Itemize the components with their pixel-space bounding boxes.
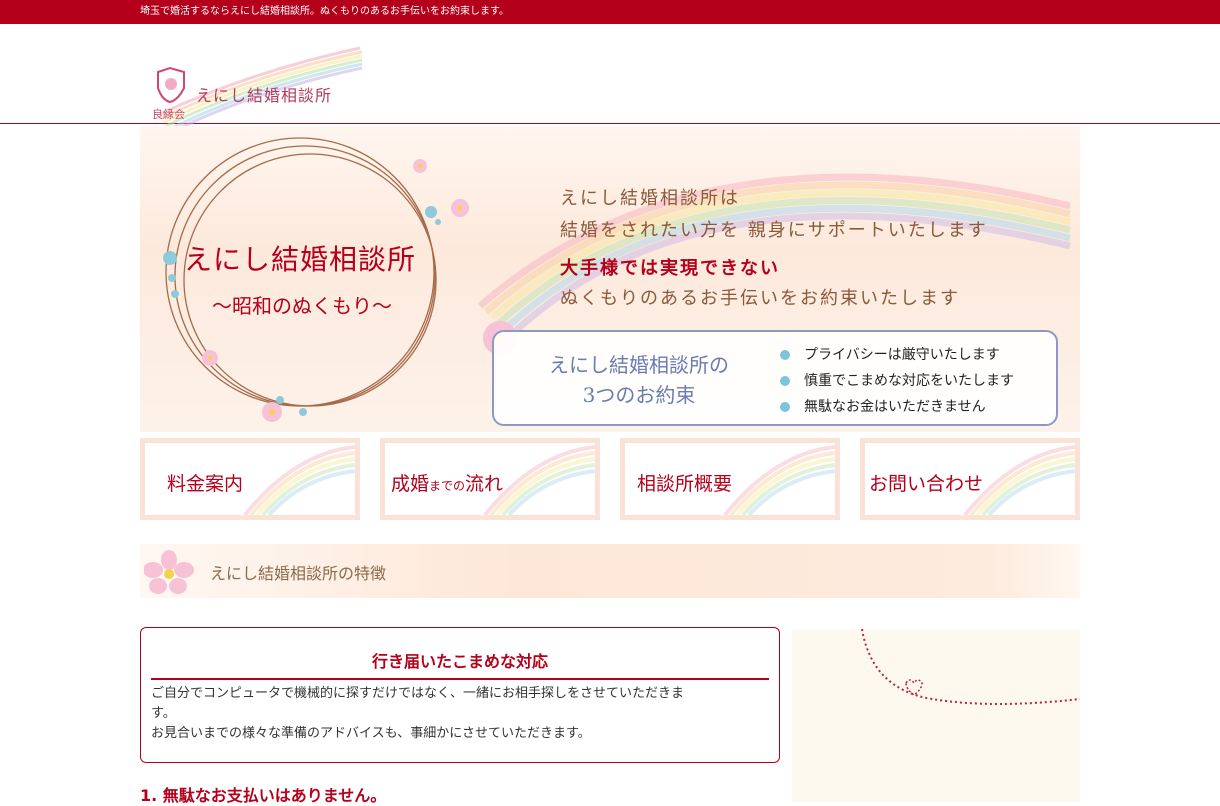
nav-flow-main1: 成婚 bbox=[391, 473, 430, 495]
flower-icon bbox=[144, 550, 194, 594]
nav-contact-label: お問い合わせ bbox=[869, 473, 984, 495]
promise-title-line2: 3つのお約束 bbox=[582, 383, 696, 407]
feature-line: す。 bbox=[151, 706, 176, 721]
side-decoration bbox=[792, 628, 1081, 802]
feature-line: ご自分でコンピュータで機械的に探すだけではなく、一緒にお相手探しをさせていただき… bbox=[151, 686, 685, 701]
top-tagline-bar: 埼玉で婚活するならえにし結婚相談所。ぬくもりのあるお手伝いをお約束します。 bbox=[0, 0, 1220, 24]
nav-contact-button[interactable]: お問い合わせ bbox=[860, 438, 1080, 520]
logo-name: えにし結婚相談所 bbox=[196, 86, 333, 105]
hero-message-1: えにし結婚相談所は bbox=[560, 188, 740, 209]
rainbow-decoration bbox=[723, 445, 835, 515]
nav-flow-label: 成婚までの流れ bbox=[391, 469, 503, 496]
shield-heart-icon bbox=[157, 66, 185, 104]
promise-item: 無駄なお金はいただきません bbox=[780, 394, 1014, 420]
site-header: えにし結婚相談所 良縁会 bbox=[0, 24, 1220, 134]
feature-item-1: 1. 無駄なお支払いはありません。 bbox=[140, 786, 387, 805]
promise-list: プライバシーは厳守いたします 慎重でこまめな対応をいたします 無駄なお金はいただ… bbox=[780, 342, 1014, 420]
promise-title: えにし結婚相談所の 3つのお約束 bbox=[524, 350, 754, 410]
nav-about-button[interactable]: 相談所概要 bbox=[620, 438, 840, 520]
nav-fee-label: 料金案内 bbox=[167, 473, 244, 495]
heart-icon bbox=[861, 628, 1081, 705]
nav-flow-main2: 流れ bbox=[465, 473, 504, 495]
hero-banner: えにし結婚相談所 〜昭和のぬくもり〜 えにし結婚相談所は 結婚をされたい方を 親… bbox=[140, 126, 1080, 432]
nav-flow-small: までの bbox=[429, 479, 466, 493]
hero-title: えにし結婚相談所 bbox=[184, 243, 417, 276]
feature-body: ご自分でコンピュータで機械的に探すだけではなく、一緒にお相手探しをさせていただき… bbox=[151, 684, 761, 744]
hero-message-4: ぬくもりのあるお手伝いをお約束いたします bbox=[560, 288, 960, 309]
section-title: えにし結婚相談所の特徴 bbox=[210, 564, 387, 583]
promise-box: えにし結婚相談所の 3つのお約束 プライバシーは厳守いたします 慎重でこまめな対… bbox=[492, 330, 1058, 426]
promise-item: 慎重でこまめな対応をいたします bbox=[780, 368, 1014, 394]
nav-fee-button[interactable]: 料金案内 bbox=[140, 438, 360, 520]
hero-subtitle: 〜昭和のぬくもり〜 bbox=[212, 294, 392, 318]
promise-title-line1: えにし結婚相談所の bbox=[549, 353, 729, 377]
tagline-text: 埼玉で婚活するならえにし結婚相談所。ぬくもりのあるお手伝いをお約束します。 bbox=[140, 6, 509, 17]
nav-flow-button[interactable]: 成婚までの流れ bbox=[380, 438, 600, 520]
hero-message-2: 結婚をされたい方を 親身にサポートいたします bbox=[560, 220, 988, 241]
feature-box: 行き届いたこまめな対応 ご自分でコンピュータで機械的に探すだけではなく、一緒にお… bbox=[140, 627, 780, 763]
feature-title: 行き届いたこまめな対応 bbox=[151, 648, 769, 680]
main-nav: 料金案内 成婚までの流れ 相談所概要 お問い合わせ bbox=[140, 438, 1080, 520]
logo-sub: 良縁会 bbox=[152, 108, 185, 121]
feature-line: お見合いまでの様々な準備のアドバイスも、事細かにさせていただきます。 bbox=[151, 726, 591, 741]
promise-item: プライバシーは厳守いたします bbox=[780, 342, 1014, 368]
site-logo[interactable]: えにし結婚相談所 良縁会 bbox=[150, 42, 365, 134]
nav-about-label: 相談所概要 bbox=[637, 473, 733, 495]
hero-message-3: 大手様では実現できない bbox=[560, 258, 780, 279]
features-section-header: えにし結婚相談所の特徴 bbox=[140, 544, 1080, 598]
rainbow-decoration bbox=[243, 445, 355, 515]
